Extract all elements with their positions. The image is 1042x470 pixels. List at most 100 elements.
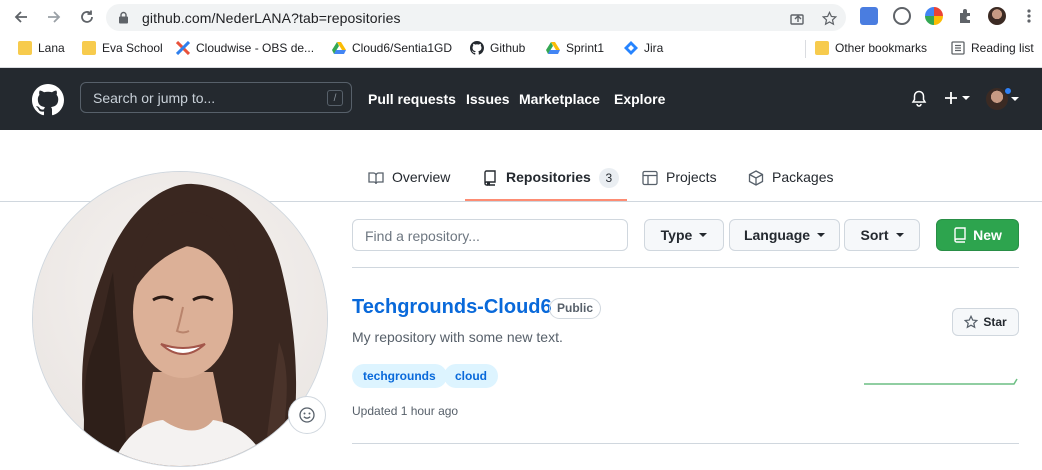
bookmark-sprint1[interactable]: Sprint1	[546, 41, 604, 55]
language-filter-button[interactable]: Language	[729, 219, 840, 251]
chevron-down-icon[interactable]	[1011, 97, 1019, 103]
set-status-button[interactable]	[288, 396, 326, 434]
sort-filter-button[interactable]: Sort	[844, 219, 920, 251]
bookmark-lana[interactable]: Lana	[18, 41, 65, 55]
bookmark-label: Sprint1	[566, 41, 605, 55]
repo-name-link[interactable]: Techgrounds-Cloud6	[352, 296, 552, 319]
bookmark-label: Github	[490, 41, 526, 55]
folder-icon	[82, 41, 96, 55]
type-filter-label: Type	[660, 227, 693, 243]
tab-label: Projects	[666, 169, 717, 185]
reload-icon	[81, 10, 93, 23]
google-drive-icon	[546, 41, 560, 55]
sort-filter-label: Sort	[860, 227, 889, 243]
tab-label: Repositories	[506, 169, 591, 185]
visibility-badge: Public	[549, 298, 602, 319]
profile-photo-image	[33, 172, 327, 466]
forward-button[interactable]	[43, 6, 65, 28]
tab-projects[interactable]: Projects	[642, 165, 717, 201]
tab-label: Overview	[392, 169, 451, 185]
bookmark-label: Cloud6/Sentia1GD	[352, 41, 453, 55]
caret-down-icon	[817, 233, 826, 237]
jira-icon	[624, 41, 638, 55]
bookmark-label: Other bookmarks	[835, 41, 928, 55]
puzzle-icon[interactable]	[957, 7, 975, 25]
updated-timestamp: Updated 1 hour ago	[352, 404, 459, 418]
package-icon	[748, 170, 764, 186]
bell-icon[interactable]	[911, 90, 927, 107]
reading-list[interactable]: Reading list	[951, 41, 1034, 55]
nav-issues[interactable]: Issues	[466, 91, 510, 107]
repo-description: My repository with some new text.	[352, 329, 563, 345]
star-icon	[964, 315, 979, 329]
tab-overview[interactable]: Overview	[368, 165, 450, 201]
share-icon[interactable]	[788, 9, 806, 27]
nav-explore[interactable]: Explore	[614, 91, 665, 107]
bookmarks-bar: Lana Eva School Cloudwise - OBS de... Cl…	[0, 36, 1042, 62]
bookmark-star-icon[interactable]	[820, 9, 838, 27]
global-search-input[interactable]: Search or jump to... /	[80, 82, 352, 113]
tab-label: Packages	[772, 169, 834, 185]
find-repository-placeholder: Find a repository...	[365, 228, 480, 244]
new-repository-button[interactable]: New	[936, 219, 1019, 251]
bookmark-label: Lana	[38, 41, 65, 55]
new-button-label: New	[973, 227, 1002, 243]
bookmark-label: Jira	[644, 41, 664, 55]
google-drive-icon	[332, 41, 346, 55]
activity-sparkline	[864, 378, 1018, 385]
reload-button[interactable]	[76, 6, 98, 28]
bookmark-label: Cloudwise - OBS de...	[196, 41, 315, 55]
lock-icon	[119, 11, 128, 24]
back-button[interactable]	[10, 6, 32, 28]
bookmark-github[interactable]: Github	[470, 41, 525, 55]
github-icon	[470, 41, 484, 55]
tab-repositories[interactable]: Repositories 3	[465, 165, 627, 201]
cloudwise-icon	[175, 40, 191, 56]
profile-avatar[interactable]	[988, 7, 1006, 25]
skype-extension-icon[interactable]	[893, 7, 911, 25]
arrow-right-icon	[48, 11, 61, 23]
repo-icon	[484, 170, 496, 186]
browser-chrome: github.com/NederLANA?tab=repositories La…	[0, 0, 1042, 68]
smiley-icon	[299, 407, 315, 423]
bookmark-label: Eva School	[102, 41, 163, 55]
arrow-left-icon	[14, 11, 27, 23]
bookmark-other[interactable]: Other bookmarks	[815, 41, 927, 55]
table-icon	[642, 170, 658, 186]
search-shortcut-key: /	[327, 90, 343, 106]
tab-packages[interactable]: Packages	[748, 165, 833, 201]
bookmark-jira[interactable]: Jira	[624, 41, 663, 55]
translate-extension-icon[interactable]	[860, 7, 878, 25]
address-bar[interactable]: github.com/NederLANA?tab=repositories	[106, 4, 846, 31]
github-header: Search or jump to... / Pull requests Iss…	[0, 68, 1042, 130]
repo-icon	[954, 227, 966, 243]
profile-photo	[32, 171, 328, 467]
bookmark-cloud6[interactable]: Cloud6/Sentia1GD	[332, 41, 452, 55]
bookmark-label: Reading list	[971, 41, 1034, 55]
type-filter-button[interactable]: Type	[644, 219, 724, 251]
list-divider	[352, 267, 1019, 268]
find-repository-input[interactable]: Find a repository...	[352, 219, 628, 251]
star-label: Star	[983, 315, 1007, 329]
status-dot	[1004, 87, 1012, 95]
reading-list-icon	[951, 41, 965, 55]
extension-icon[interactable]	[925, 7, 943, 25]
bookmark-eva-school[interactable]: Eva School	[82, 41, 163, 55]
caret-down-icon	[895, 233, 904, 237]
language-filter-label: Language	[743, 227, 811, 243]
star-button[interactable]: Star	[952, 308, 1019, 336]
folder-icon	[18, 41, 32, 55]
nav-pull-requests[interactable]: Pull requests	[368, 91, 456, 107]
github-logo-icon[interactable]	[32, 84, 64, 116]
url-text: github.com/NederLANA?tab=repositories	[142, 10, 401, 26]
kebab-menu-icon[interactable]	[1020, 7, 1038, 25]
topic-tag-techgrounds[interactable]: techgrounds	[352, 364, 447, 388]
topic-tag-cloud[interactable]: cloud	[444, 364, 498, 388]
nav-marketplace[interactable]: Marketplace	[519, 91, 600, 107]
bookmark-cloudwise[interactable]: Cloudwise - OBS de...	[175, 40, 315, 56]
search-placeholder: Search or jump to...	[93, 90, 216, 106]
caret-down-icon	[699, 233, 708, 237]
book-icon	[368, 172, 384, 185]
plus-dropdown-icon[interactable]	[943, 90, 971, 106]
folder-icon	[815, 41, 829, 55]
